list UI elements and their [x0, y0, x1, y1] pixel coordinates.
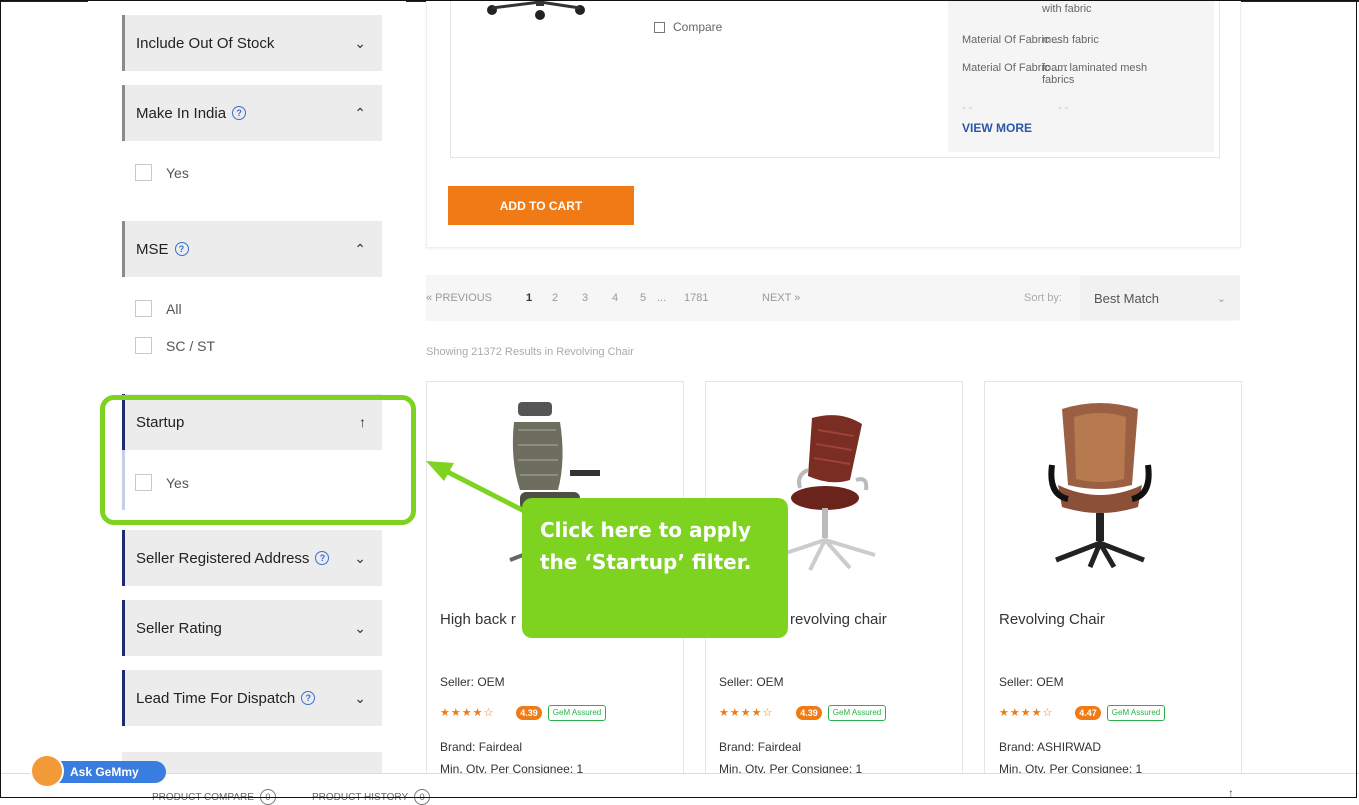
filter-label: Lead Time For Dispatch — [136, 689, 296, 707]
rating-stars-icon: ★★★★☆ — [999, 707, 1054, 719]
filter-label: Make In India — [136, 104, 227, 122]
page-link[interactable]: 4 — [612, 292, 618, 304]
filter-label: Include Out Of Stock — [136, 34, 275, 52]
help-icon[interactable]: ? — [174, 242, 189, 256]
rating-badge: 4.39 — [516, 706, 542, 720]
product-seller: Seller: OEM — [719, 675, 784, 689]
compare-checkbox[interactable]: Compare — [654, 20, 722, 34]
scroll-up-icon[interactable]: ↑ — [1228, 786, 1234, 800]
product-title[interactable]: Revolving Chair — [999, 611, 1105, 628]
add-to-cart-button[interactable]: ADD TO CART — [448, 186, 634, 225]
product-image-office-chair — [1048, 403, 1152, 569]
help-icon[interactable]: ? — [301, 691, 316, 705]
product-brand: Brand: ASHIRWAD — [999, 740, 1102, 754]
assured-badge: GeM Assured — [548, 705, 606, 721]
filter-mse[interactable]: MSE? ⌃ — [122, 221, 382, 277]
chevron-up-icon[interactable]: ⌃ — [354, 241, 366, 258]
checkbox[interactable] — [135, 164, 152, 181]
sort-select[interactable]: Best Match ⌄ — [1080, 276, 1240, 320]
sort-value: Best Match — [1094, 290, 1160, 306]
rating-badge: 4.47 — [1075, 706, 1101, 720]
option-label: All — [166, 300, 182, 317]
rating-stars-icon: ★★★★☆ — [719, 707, 774, 719]
chair-base-image — [487, 0, 585, 20]
chevron-down-icon[interactable]: ⌄ — [354, 690, 366, 707]
ask-gemmy-button[interactable]: Ask GeMmy — [30, 754, 170, 788]
product-brand: Brand: Fairdeal — [719, 740, 802, 754]
product-title[interactable]: High back r — [440, 611, 516, 628]
filter-label: Seller Registered Address — [136, 549, 310, 567]
checkbox[interactable] — [135, 300, 152, 317]
spec-row: Material Of Fabric ... : foam laminated m… — [962, 62, 1148, 86]
filter-lead-time-for-dispatch[interactable]: Lead Time For Dispatch? ⌄ — [122, 670, 382, 726]
option-label: Yes — [166, 164, 189, 181]
rating-stars-icon: ★★★★☆ — [440, 707, 495, 719]
filter-label: Seller Rating — [136, 619, 222, 637]
product-compare-tab[interactable]: PRODUCT COMPARE 0 — [152, 789, 276, 805]
compare-label: Compare — [673, 20, 723, 34]
compare-count: 0 — [259, 789, 276, 805]
checkbox[interactable] — [135, 337, 152, 354]
help-icon[interactable]: ? — [232, 106, 247, 120]
product-image-leather-chair — [779, 415, 876, 571]
product-title[interactable]: revolving chair — [790, 611, 887, 628]
previous-link[interactable]: « PREVIOUS — [426, 292, 492, 304]
filter-label: MSE — [136, 240, 169, 258]
page-link[interactable]: 2 — [552, 292, 558, 304]
chevron-down-icon: ⌄ — [1216, 292, 1226, 305]
highlight-box — [100, 395, 416, 525]
make-in-india-yes-option[interactable]: Yes — [135, 164, 189, 181]
gemmy-label: Ask GeMmy — [48, 761, 166, 783]
mse-all-option[interactable]: All — [135, 300, 182, 317]
filter-include-out-of-stock[interactable]: Include Out Of Stock ⌄ — [122, 15, 382, 71]
spec-row-faded: - - - - — [962, 102, 1069, 114]
filter-seller-rating[interactable]: Seller Rating ⌄ — [122, 600, 382, 656]
chevron-down-icon[interactable]: ⌄ — [354, 35, 366, 52]
product-seller: Seller: OEM — [999, 675, 1064, 689]
chevron-down-icon[interactable]: ⌄ — [354, 620, 366, 637]
page-link[interactable]: 1781 — [684, 292, 708, 304]
rating-badge: 4.39 — [796, 706, 822, 720]
mse-scst-option[interactable]: SC / ST — [135, 337, 215, 354]
tutorial-callout: Click here to apply the ‘Startup’ filter… — [522, 498, 788, 638]
gemmy-avatar-icon — [30, 754, 64, 788]
spec-row: Material Of Fabric ... : mesh fabric — [962, 34, 1099, 46]
assured-badge: GeM Assured — [828, 705, 886, 721]
product-seller: Seller: OEM — [440, 675, 505, 689]
page-link[interactable]: 3 — [582, 292, 588, 304]
history-count: 0 — [414, 789, 431, 805]
page-link[interactable]: 1 — [526, 292, 532, 304]
page-ellipsis: ... — [657, 292, 667, 304]
chevron-up-icon[interactable]: ⌃ — [354, 105, 366, 122]
page-link[interactable]: 5 — [640, 292, 646, 304]
results-count: Showing 21372 Results in Revolving Chair — [426, 346, 634, 358]
filter-seller-registered-address[interactable]: Seller Registered Address? ⌄ — [122, 530, 382, 586]
filter-make-in-india[interactable]: Make In India? ⌃ — [122, 85, 382, 141]
view-more-link[interactable]: VIEW MORE — [962, 121, 1032, 135]
checkbox[interactable] — [654, 21, 665, 33]
assured-badge: GeM Assured — [1107, 705, 1165, 721]
product-history-tab[interactable]: PRODUCT HISTORY 0 — [312, 789, 431, 805]
help-icon[interactable]: ? — [315, 551, 330, 565]
next-link[interactable]: NEXT » — [762, 292, 800, 304]
option-label: SC / ST — [166, 337, 216, 354]
product-brand: Brand: Fairdeal — [440, 740, 523, 754]
chevron-down-icon[interactable]: ⌄ — [354, 550, 366, 567]
sort-label: Sort by: — [1024, 292, 1062, 304]
